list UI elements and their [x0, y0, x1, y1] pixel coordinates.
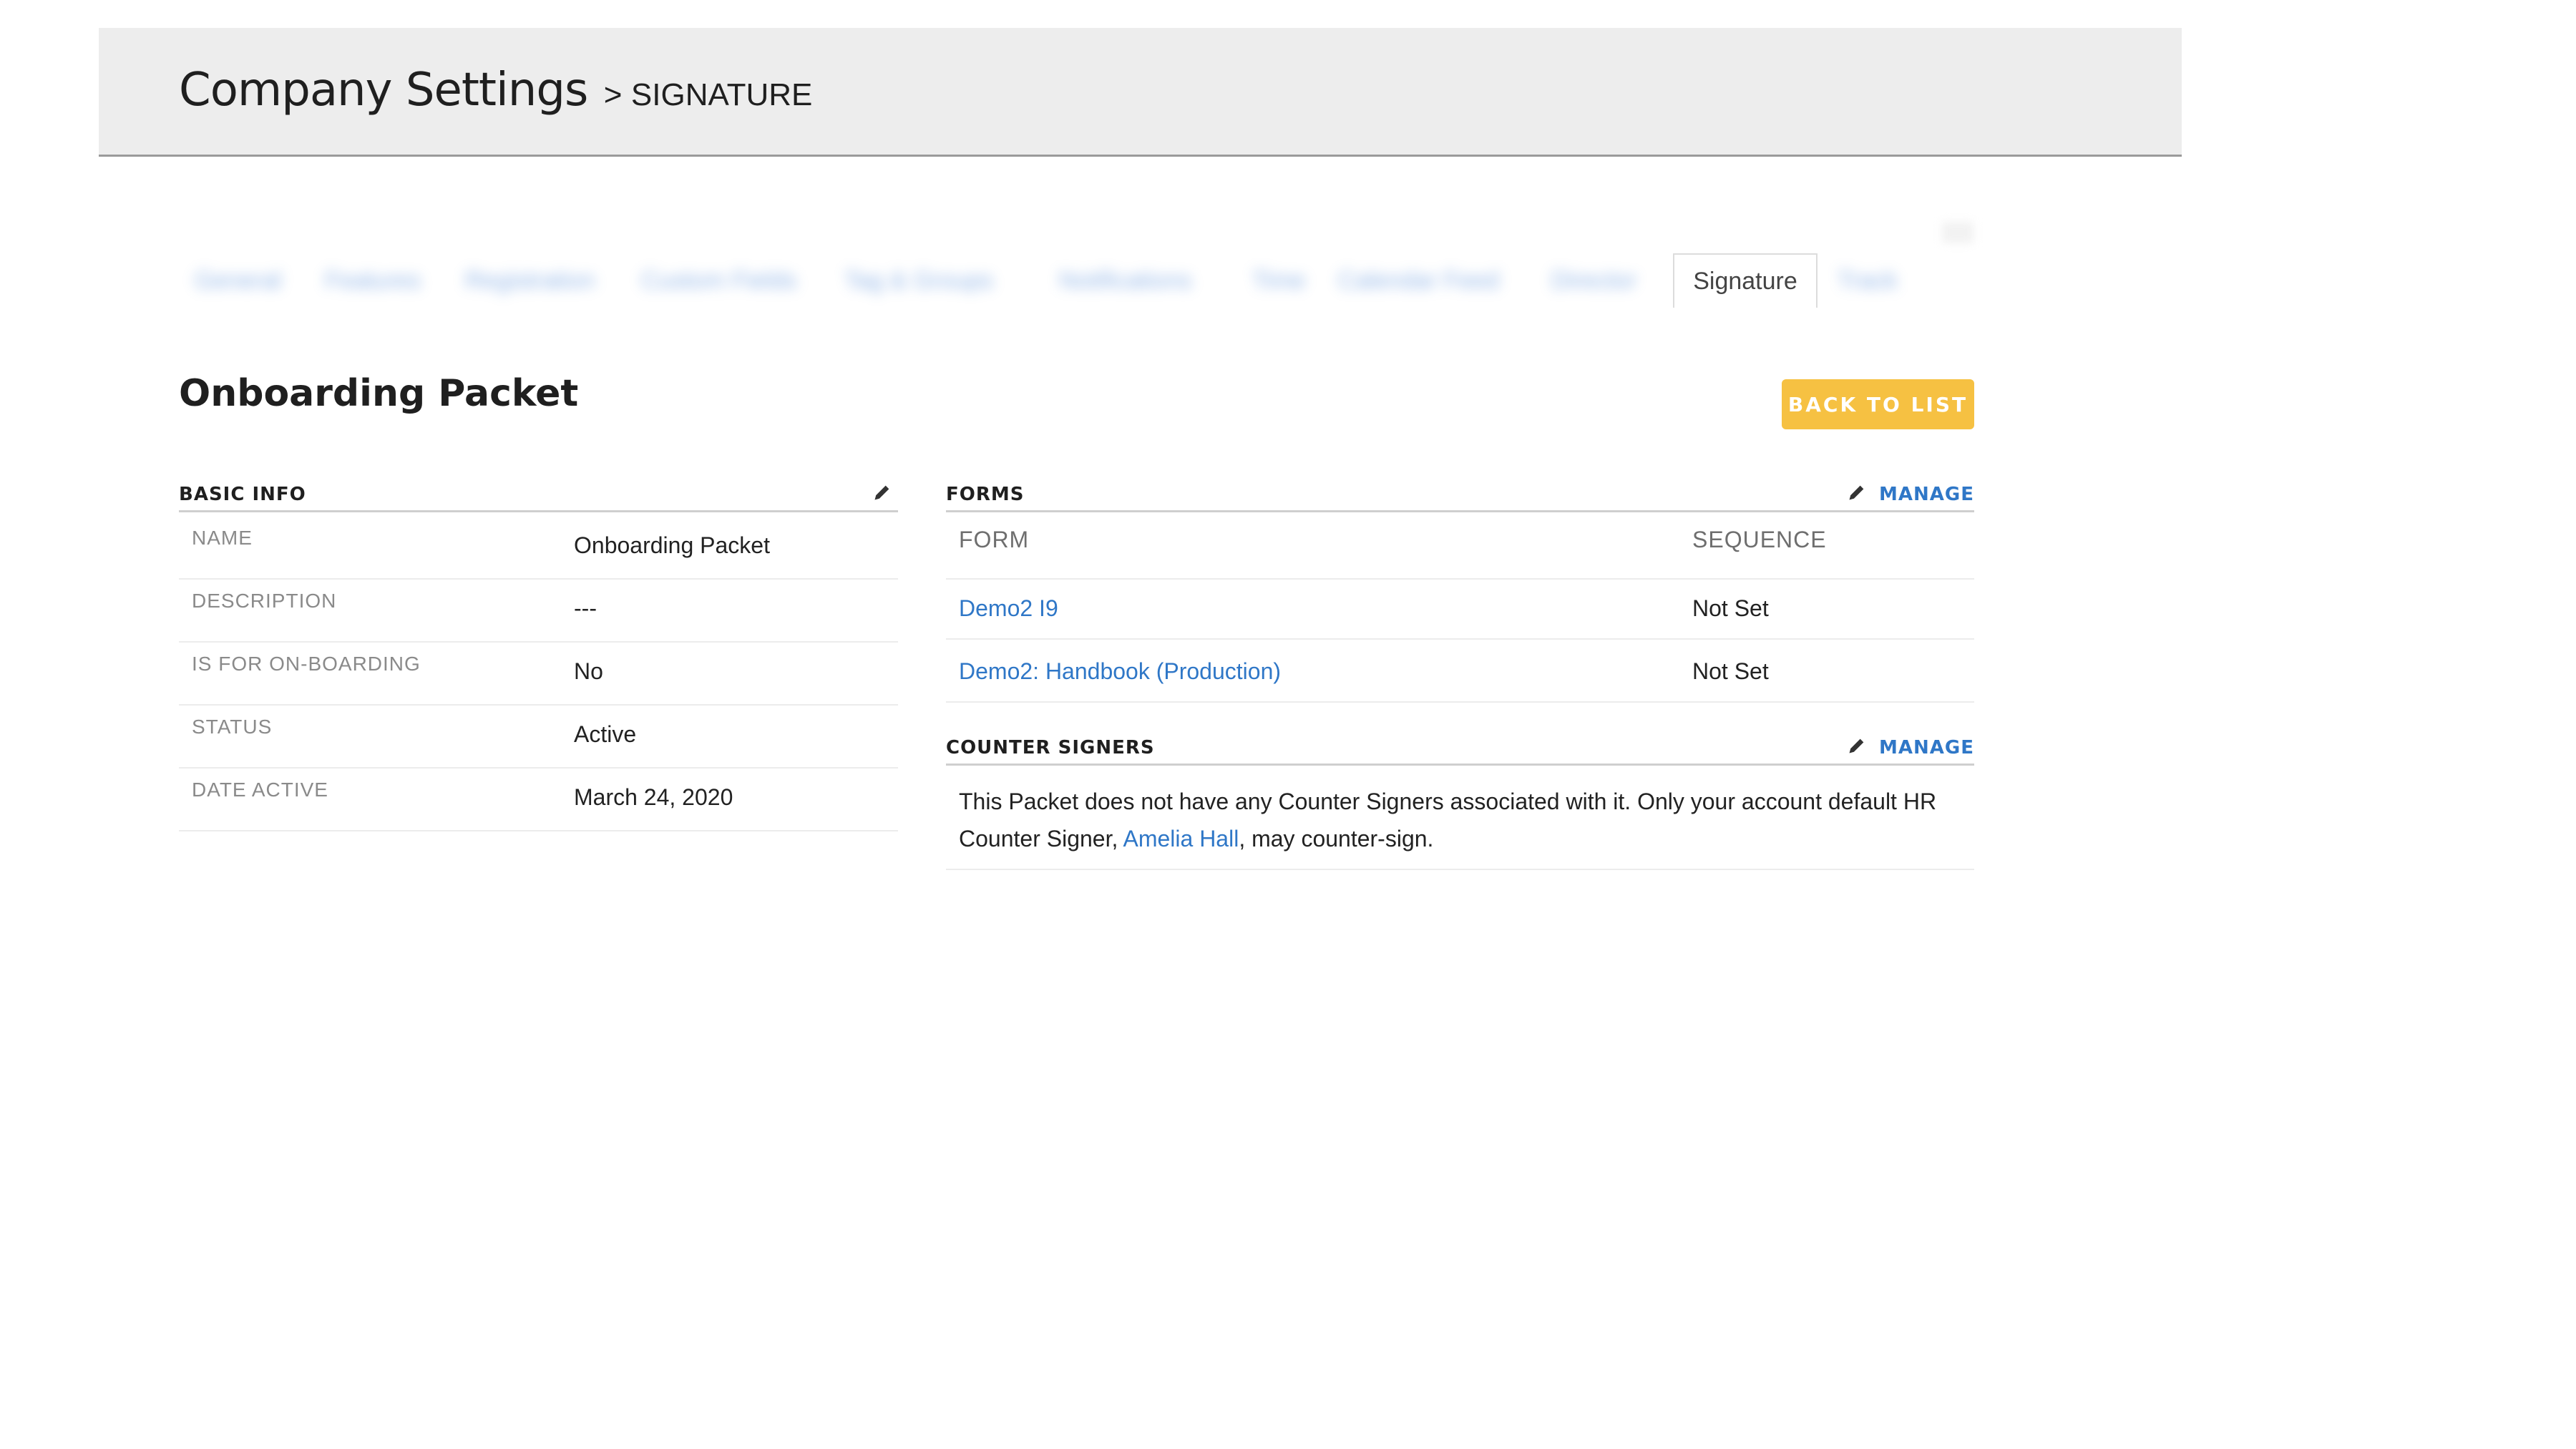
- counter-signers-header: COUNTER SIGNERS MANAGE: [946, 734, 1974, 766]
- pencil-icon[interactable]: [1847, 482, 1867, 502]
- form-link[interactable]: Demo2: Handbook (Production): [959, 658, 1281, 685]
- basic-info-header: BASIC INFO: [179, 481, 898, 512]
- basic-info-row: IS FOR ON-BOARDING No: [179, 643, 898, 706]
- info-value: Active: [574, 721, 637, 747]
- form-sequence: Not Set: [1692, 658, 1769, 684]
- info-key: DESCRIPTION: [192, 590, 337, 612]
- basic-info-heading: BASIC INFO: [179, 484, 306, 505]
- counter-signers-text-end: , may counter-sign.: [1239, 826, 1434, 852]
- column-header-form: FORM: [959, 527, 1030, 552]
- basic-info-row: NAME Onboarding Packet: [179, 517, 898, 580]
- tab-track[interactable]: Track: [1838, 253, 1898, 308]
- counter-signers-manage-link[interactable]: MANAGE: [1879, 737, 1974, 758]
- counter-signers-message: This Packet does not have any Counter Si…: [946, 764, 1974, 870]
- info-key: IS FOR ON-BOARDING: [192, 653, 421, 675]
- tab-general[interactable]: General: [195, 253, 281, 308]
- column-header-sequence: SEQUENCE: [1692, 527, 1827, 552]
- info-value: Onboarding Packet: [574, 532, 770, 558]
- tab-notifications[interactable]: Notifications: [1059, 253, 1191, 308]
- header-title: Company Settings: [179, 64, 588, 117]
- basic-info-row: DESCRIPTION ---: [179, 580, 898, 643]
- basic-info-row: STATUS Active: [179, 706, 898, 769]
- form-sequence: Not Set: [1692, 595, 1769, 621]
- table-row: Demo2 I9 Not Set: [946, 577, 1974, 640]
- header-subtitle: SIGNATURE: [630, 77, 813, 112]
- form-link[interactable]: Demo2 I9: [959, 595, 1058, 622]
- info-value: March 24, 2020: [574, 784, 733, 810]
- forms-heading: FORMS: [946, 484, 1025, 505]
- info-key: STATUS: [192, 716, 273, 738]
- tab-director[interactable]: Director: [1551, 253, 1636, 308]
- back-to-list-button[interactable]: BACK TO LIST: [1782, 379, 1974, 429]
- info-key: DATE ACTIVE: [192, 779, 328, 801]
- table-row: Demo2: Handbook (Production) Not Set: [946, 640, 1974, 703]
- counter-signer-link[interactable]: Amelia Hall: [1123, 826, 1239, 852]
- tab-time[interactable]: Time: [1252, 253, 1305, 308]
- tab-calendar-feed[interactable]: Calendar Feed: [1338, 253, 1499, 308]
- pencil-icon[interactable]: [1847, 736, 1867, 756]
- basic-info-row: DATE ACTIVE March 24, 2020: [179, 769, 898, 831]
- settings-tabs: General Features Registration Custom Fie…: [179, 222, 1974, 308]
- page-title: Onboarding Packet: [179, 372, 579, 415]
- tab-signature[interactable]: Signature: [1673, 253, 1818, 308]
- page-header: Company Settings > SIGNATURE: [99, 28, 2182, 157]
- info-value: No: [574, 658, 603, 684]
- info-key: NAME: [192, 527, 253, 549]
- pencil-icon[interactable]: [872, 482, 892, 502]
- counter-signers-heading: COUNTER SIGNERS: [946, 737, 1155, 758]
- breadcrumb-separator: >: [603, 77, 623, 112]
- forms-manage-link[interactable]: MANAGE: [1879, 484, 1974, 505]
- tab-tags-groups[interactable]: Tag & Groups: [844, 253, 993, 308]
- tab-custom-fields[interactable]: Custom Fields: [641, 253, 796, 308]
- tab-registration[interactable]: Registration: [465, 253, 595, 308]
- forms-table-header: FORM SEQUENCE: [946, 517, 1974, 580]
- tab-features[interactable]: Features: [325, 253, 421, 308]
- tabs-overflow-icon: [1942, 222, 1974, 243]
- breadcrumb: Company Settings > SIGNATURE: [179, 64, 812, 117]
- info-value: ---: [574, 595, 597, 621]
- forms-header: FORMS MANAGE: [946, 481, 1974, 512]
- counter-signers-text: This Packet does not have any Counter Si…: [959, 789, 1937, 852]
